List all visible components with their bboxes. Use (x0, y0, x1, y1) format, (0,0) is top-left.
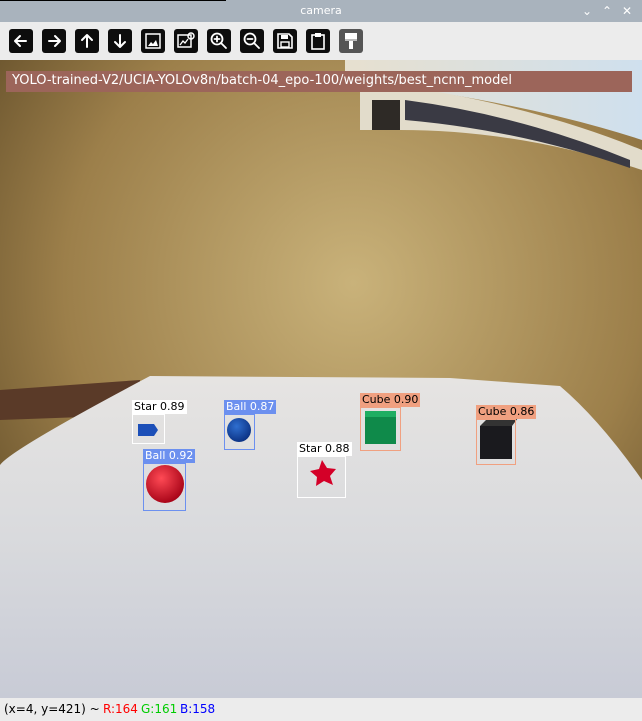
detection-box: Ball 0.87 (224, 400, 277, 450)
arrow-up-icon (81, 34, 93, 48)
arrow-left-icon (14, 35, 27, 47)
detection-box: Cube 0.86 (476, 405, 537, 465)
camera-image-view[interactable]: YOLO-trained-V2/UCIA-YOLOv8n/batch-04_ep… (0, 60, 642, 698)
maximize-button[interactable]: ⌃ (598, 2, 616, 20)
status-green-value: G:161 (141, 702, 178, 716)
minimize-button[interactable]: ⌄ (578, 2, 596, 20)
status-red-value: R:164 (103, 702, 138, 716)
zoom-in-button[interactable] (207, 29, 231, 53)
pan-right-button[interactable] (42, 29, 66, 53)
zoom-out-icon (243, 32, 260, 49)
toolbar (0, 22, 642, 60)
status-blue-value: B:158 (180, 702, 216, 716)
detection-box: Star 0.88 (297, 442, 352, 498)
image-settings-button[interactable] (174, 29, 198, 53)
properties-button[interactable] (339, 29, 363, 53)
pan-left-button[interactable] (9, 29, 33, 53)
save-icon (277, 33, 293, 49)
window-title: camera (300, 4, 342, 17)
arrow-right-icon (48, 35, 61, 47)
camera-window: camera ⌄ ⌃ ✕ YOLO-trained-V2/UCIA-YOLOv8… (0, 0, 642, 721)
zoom-out-button[interactable] (240, 29, 264, 53)
detection-label: Star 0.88 (297, 442, 352, 456)
pan-down-button[interactable] (108, 29, 132, 53)
detection-label: Cube 0.86 (476, 405, 537, 419)
title-bar[interactable]: camera ⌄ ⌃ ✕ (0, 0, 642, 22)
status-coordinates: (x=4, y=421) ~ (4, 702, 100, 716)
zoom-to-fit-button[interactable] (141, 29, 165, 53)
copy-to-clipboard-button[interactable] (306, 29, 330, 53)
status-bar: (x=4, y=421) ~ R:164 G:161 B:158 (0, 698, 642, 721)
detection-box: Star 0.89 (132, 400, 187, 444)
detection-label: Cube 0.90 (360, 393, 421, 407)
properties-icon (345, 33, 357, 49)
model-path-text: YOLO-trained-V2/UCIA-YOLOv8n/batch-04_ep… (12, 73, 512, 88)
title-bar-edge (0, 0, 226, 1)
detection-label: Ball 0.87 (224, 400, 277, 414)
pan-up-button[interactable] (75, 29, 99, 53)
close-button[interactable]: ✕ (618, 2, 636, 20)
detection-box: Ball 0.92 (143, 449, 196, 511)
model-path-banner: YOLO-trained-V2/UCIA-YOLOv8n/batch-04_ep… (6, 71, 632, 92)
clipboard-icon (311, 33, 325, 50)
camera-scene (0, 60, 642, 698)
arrow-down-icon (114, 34, 126, 48)
save-button[interactable] (273, 29, 297, 53)
detection-box: Cube 0.90 (360, 393, 421, 451)
image-settings-icon (177, 32, 195, 48)
zoom-in-icon (210, 32, 227, 49)
image-icon (145, 33, 161, 49)
detection-label: Ball 0.92 (143, 449, 196, 463)
detection-label: Star 0.89 (132, 400, 187, 414)
